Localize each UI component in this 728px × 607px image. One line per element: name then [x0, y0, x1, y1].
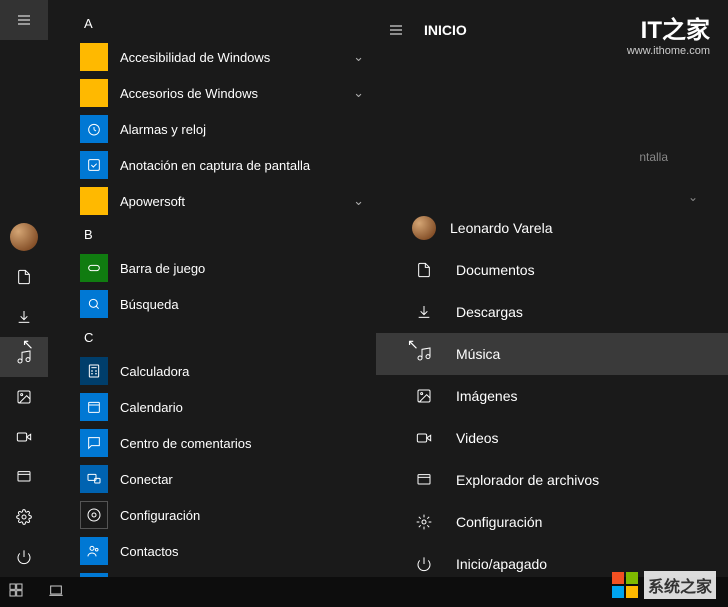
app-barra-juego[interactable]: Barra de juego: [48, 250, 376, 286]
documents-icon[interactable]: [0, 257, 48, 297]
videos-icon[interactable]: [0, 417, 48, 457]
start-menu-expanded: INICIO ntalla ⌄ Leonardo Varela Document…: [376, 0, 728, 607]
video-icon: [412, 430, 436, 446]
user-avatar[interactable]: [0, 217, 48, 257]
app-anotacion[interactable]: Anotación en captura de pantalla: [48, 147, 376, 183]
settings-icon[interactable]: [0, 497, 48, 537]
nav-configuracion[interactable]: Configuración: [376, 501, 728, 543]
power-icon: [412, 556, 436, 572]
chevron-down-icon: ⌄: [353, 85, 364, 101]
app-configuracion[interactable]: Configuración: [48, 497, 376, 533]
letter-header-a[interactable]: A: [48, 8, 376, 39]
microsoft-logo-icon: [612, 572, 638, 598]
downloads-icon[interactable]: [0, 297, 48, 337]
nav-descargas[interactable]: Descargas: [376, 291, 728, 333]
start-button[interactable]: [8, 582, 24, 603]
app-accesibilidad[interactable]: Accesibilidad de Windows⌄: [48, 39, 376, 75]
app-accesorios[interactable]: Accesorios de Windows⌄: [48, 75, 376, 111]
music-icon: [412, 346, 436, 362]
app-contactos[interactable]: Contactos: [48, 533, 376, 569]
music-icon[interactable]: [0, 337, 48, 377]
nav-imagenes[interactable]: Imágenes: [376, 375, 728, 417]
explorer-icon: [412, 472, 436, 488]
power-icon[interactable]: [0, 537, 48, 577]
app-alarmas[interactable]: Alarmas y reloj: [48, 111, 376, 147]
app-calculadora[interactable]: Calculadora: [48, 353, 376, 389]
explorer-icon[interactable]: [0, 457, 48, 497]
nav-documentos[interactable]: Documentos: [376, 249, 728, 291]
user-account[interactable]: Leonardo Varela: [376, 207, 728, 249]
download-icon: [412, 304, 436, 320]
letter-header-b[interactable]: B: [48, 219, 376, 250]
task-view-icon[interactable]: [48, 582, 64, 603]
app-busqueda[interactable]: Búsqueda: [48, 286, 376, 322]
user-avatar-icon: [412, 216, 436, 240]
images-icon: [412, 388, 436, 404]
app-calendario[interactable]: Calendario: [48, 389, 376, 425]
sidebar-rail: [0, 0, 48, 607]
chevron-down-icon: ⌄: [353, 49, 364, 65]
gear-icon: [412, 514, 436, 530]
app-apowersoft[interactable]: Apowersoft⌄: [48, 183, 376, 219]
nav-explorador[interactable]: Explorador de archivos: [376, 459, 728, 501]
letter-header-c[interactable]: C: [48, 322, 376, 353]
all-apps-list: A Accesibilidad de Windows⌄ Accesorios d…: [48, 0, 376, 607]
background-text: ntalla: [639, 150, 668, 164]
app-conectar[interactable]: Conectar: [48, 461, 376, 497]
start-menu-collapsed: A Accesibilidad de Windows⌄ Accesorios d…: [0, 0, 376, 607]
pictures-icon[interactable]: [0, 377, 48, 417]
chevron-down-icon: ⌄: [353, 193, 364, 209]
nav-videos[interactable]: Videos: [376, 417, 728, 459]
nav-musica[interactable]: Música: [376, 333, 728, 375]
chevron-down-icon: ⌄: [688, 190, 698, 204]
app-centro-comentarios[interactable]: Centro de comentarios: [48, 425, 376, 461]
hamburger-icon[interactable]: [0, 0, 48, 40]
start-header: INICIO: [424, 22, 467, 38]
user-name-label: Leonardo Varela: [450, 220, 552, 236]
watermark-ithome: IT之家 www.ithome.com: [627, 10, 710, 57]
watermark-bottom: 系统之家: [612, 571, 716, 599]
document-icon: [412, 262, 436, 278]
hamburger-icon[interactable]: [388, 10, 404, 50]
